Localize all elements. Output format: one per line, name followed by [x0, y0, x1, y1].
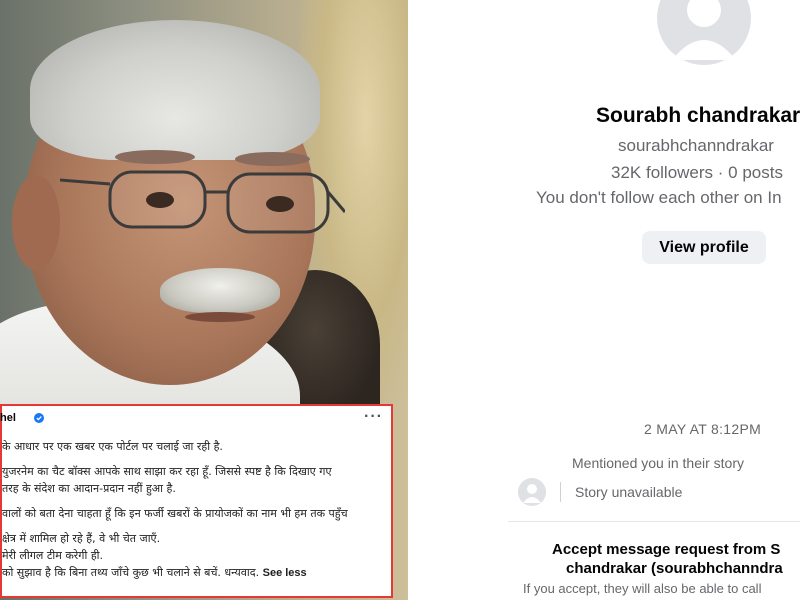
- post-line-blank: [2, 522, 385, 530]
- profile-name: Sourabh chandrakar: [596, 104, 800, 127]
- post-author-name[interactable]: hel: [0, 412, 16, 424]
- facebook-post-card: hel ··· के आधार पर एक खबर एक पोर्टल पर च…: [0, 404, 393, 598]
- message-request-panel: Sourabh chandrakar sourabhchanndrakar 32…: [408, 0, 800, 600]
- message-request-title: Accept message request from S: [552, 541, 781, 558]
- photo-ear: [12, 175, 60, 270]
- message-request-note: If you accept, they will also be able to…: [523, 581, 762, 596]
- section-divider: [508, 521, 800, 522]
- see-less-link[interactable]: See less: [263, 567, 307, 579]
- post-line-blank: [2, 497, 385, 505]
- post-line: युजरनेम का चैट बॉक्स आपके साथ साझा कर रह…: [2, 465, 332, 478]
- message-request-name: chandrakar (sourabhchanndra: [566, 560, 783, 577]
- more-options-icon[interactable]: ···: [364, 408, 383, 426]
- post-line: मेरी लीगल टीम करेगी ही.: [2, 549, 104, 562]
- message-timestamp: 2 MAY AT 8:12PM: [644, 421, 762, 437]
- photo-glasses: [60, 170, 345, 234]
- post-line-text: को सुझाव है कि बिना तथ्य जाँचे कुछ भी चल…: [2, 566, 260, 579]
- profile-stats: 32K followers · 0 posts: [611, 163, 783, 182]
- profile-username: sourabhchanndrakar: [618, 136, 774, 155]
- view-profile-button[interactable]: View profile: [642, 231, 766, 264]
- post-line-last: को सुझाव है कि बिना तथ्य जाँचे कुछ भी चल…: [2, 564, 385, 581]
- verified-badge-icon: [34, 413, 44, 423]
- post-line: क्षेत्र में शामिल हो रहे हैं, वे भी चेत …: [2, 532, 161, 545]
- story-mention-text: Mentioned you in their story: [572, 455, 744, 471]
- story-avatar-icon: [518, 478, 546, 506]
- photo-hair: [30, 20, 320, 160]
- post-line: तरह के संदेश का आदान-प्रदान नहीं हुआ है.: [2, 482, 176, 495]
- post-line-blank: [2, 455, 385, 463]
- post-text: के आधार पर एक खबर एक पोर्टल पर चलाई जा र…: [2, 438, 385, 581]
- post-line: वालों को बता देना चाहता हूँ कि इन फर्जी …: [2, 507, 348, 520]
- story-unavailable-text: Story unavailable: [575, 484, 683, 500]
- follow-status: You don't follow each other on In: [536, 188, 782, 207]
- photo-mustache: [160, 268, 280, 313]
- default-avatar-icon[interactable]: [656, 0, 752, 66]
- story-divider: [560, 482, 561, 502]
- photo-lips: [185, 312, 255, 322]
- post-line: के आधार पर एक खबर एक पोर्टल पर चलाई जा र…: [2, 440, 223, 453]
